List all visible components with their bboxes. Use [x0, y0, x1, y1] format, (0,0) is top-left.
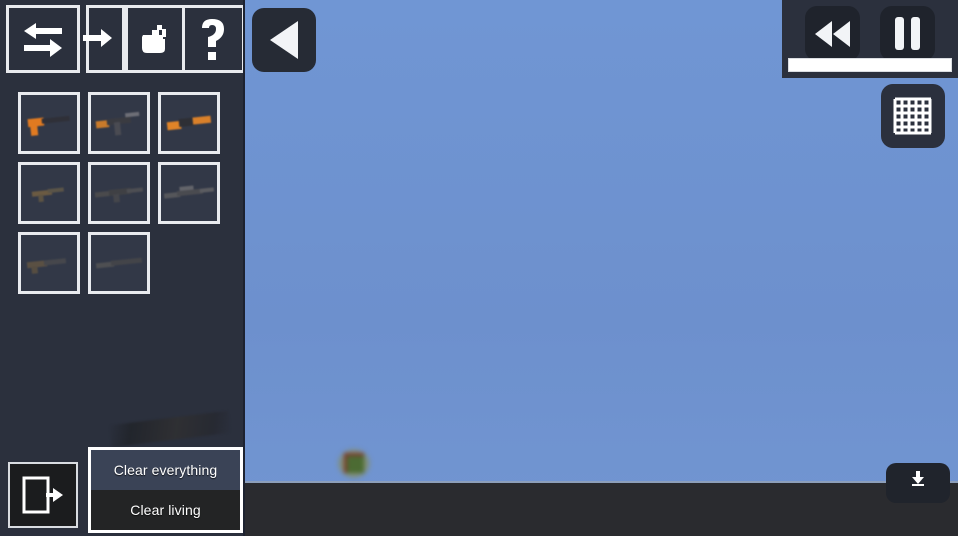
- arrow-right-icon: [83, 29, 113, 47]
- spawned-block-entity[interactable]: [336, 447, 372, 480]
- weapon-slot-frame: [88, 92, 150, 154]
- tool-swap-button[interactable]: [6, 5, 80, 73]
- rewind-icon: [815, 20, 850, 47]
- exit-button[interactable]: [8, 462, 78, 528]
- weapon-sprite-assault-rifle: [94, 182, 144, 205]
- swap-arrows-icon: [23, 23, 62, 57]
- tool-move-button[interactable]: [83, 5, 125, 73]
- weapon-slot-machine-gun[interactable]: [14, 228, 84, 298]
- weapon-slot-frame: [18, 162, 80, 224]
- pause-button[interactable]: [880, 6, 935, 61]
- weapon-slot-sniper-rifle[interactable]: [154, 158, 224, 228]
- paint-bucket-icon: [141, 25, 166, 53]
- weapon-slot-sawed-off-shotgun[interactable]: [154, 88, 224, 158]
- rocket-launcher-preview: [109, 410, 231, 448]
- weapon-slot-submachine-gun[interactable]: [84, 88, 154, 158]
- weapon-sprite-sawed-off-shotgun: [166, 110, 212, 136]
- weapon-slot-assault-rifle[interactable]: [84, 158, 154, 228]
- weapon-sprite-pistol: [27, 109, 71, 137]
- weapon-slot-frame: [18, 232, 80, 294]
- clear-menu: Clear everything Clear living: [88, 447, 243, 533]
- weapon-slot-shotgun[interactable]: [84, 228, 154, 298]
- tool-help-button[interactable]: [184, 5, 243, 73]
- weapon-grid: [14, 88, 234, 298]
- grid-icon: [893, 97, 932, 135]
- triangle-left-icon: [270, 21, 298, 59]
- rewind-button[interactable]: [805, 6, 860, 61]
- weapon-slot-frame: [88, 232, 150, 294]
- weapon-slot-frame: [18, 92, 80, 154]
- download-button[interactable]: [886, 463, 950, 503]
- weapon-sprite-shotgun: [95, 253, 143, 274]
- pause-icon: [895, 17, 920, 50]
- grid-toggle-button[interactable]: [881, 84, 945, 148]
- back-button[interactable]: [252, 8, 316, 72]
- block-core: [344, 453, 364, 473]
- sidebar-toolbar: [0, 0, 243, 78]
- game-window: Clear everything Clear living: [0, 0, 958, 536]
- tool-paint-button[interactable]: [124, 5, 185, 73]
- left-sidebar: Clear everything Clear living: [0, 0, 245, 536]
- download-icon: [912, 471, 924, 486]
- weapon-sprite-smg-compact: [31, 183, 66, 203]
- clear-living-label: Clear living: [130, 502, 201, 518]
- clear-living-button[interactable]: Clear living: [91, 490, 240, 530]
- exit-door-icon: [22, 476, 63, 514]
- question-mark-icon: [202, 19, 225, 60]
- weapon-sprite-machine-gun: [26, 252, 72, 275]
- clear-everything-label: Clear everything: [113, 462, 218, 478]
- weapon-slot-frame: [158, 92, 220, 154]
- weapon-slot-frame: [158, 162, 220, 224]
- weapon-slot-smg-compact[interactable]: [14, 158, 84, 228]
- weapon-sprite-submachine-gun: [95, 108, 143, 139]
- clear-everything-button[interactable]: Clear everything: [91, 450, 240, 490]
- timeline-progress-bar[interactable]: [788, 58, 952, 72]
- weapon-sprite-sniper-rifle: [163, 181, 215, 204]
- weapon-slot-pistol[interactable]: [14, 88, 84, 158]
- weapon-slot-frame: [88, 162, 150, 224]
